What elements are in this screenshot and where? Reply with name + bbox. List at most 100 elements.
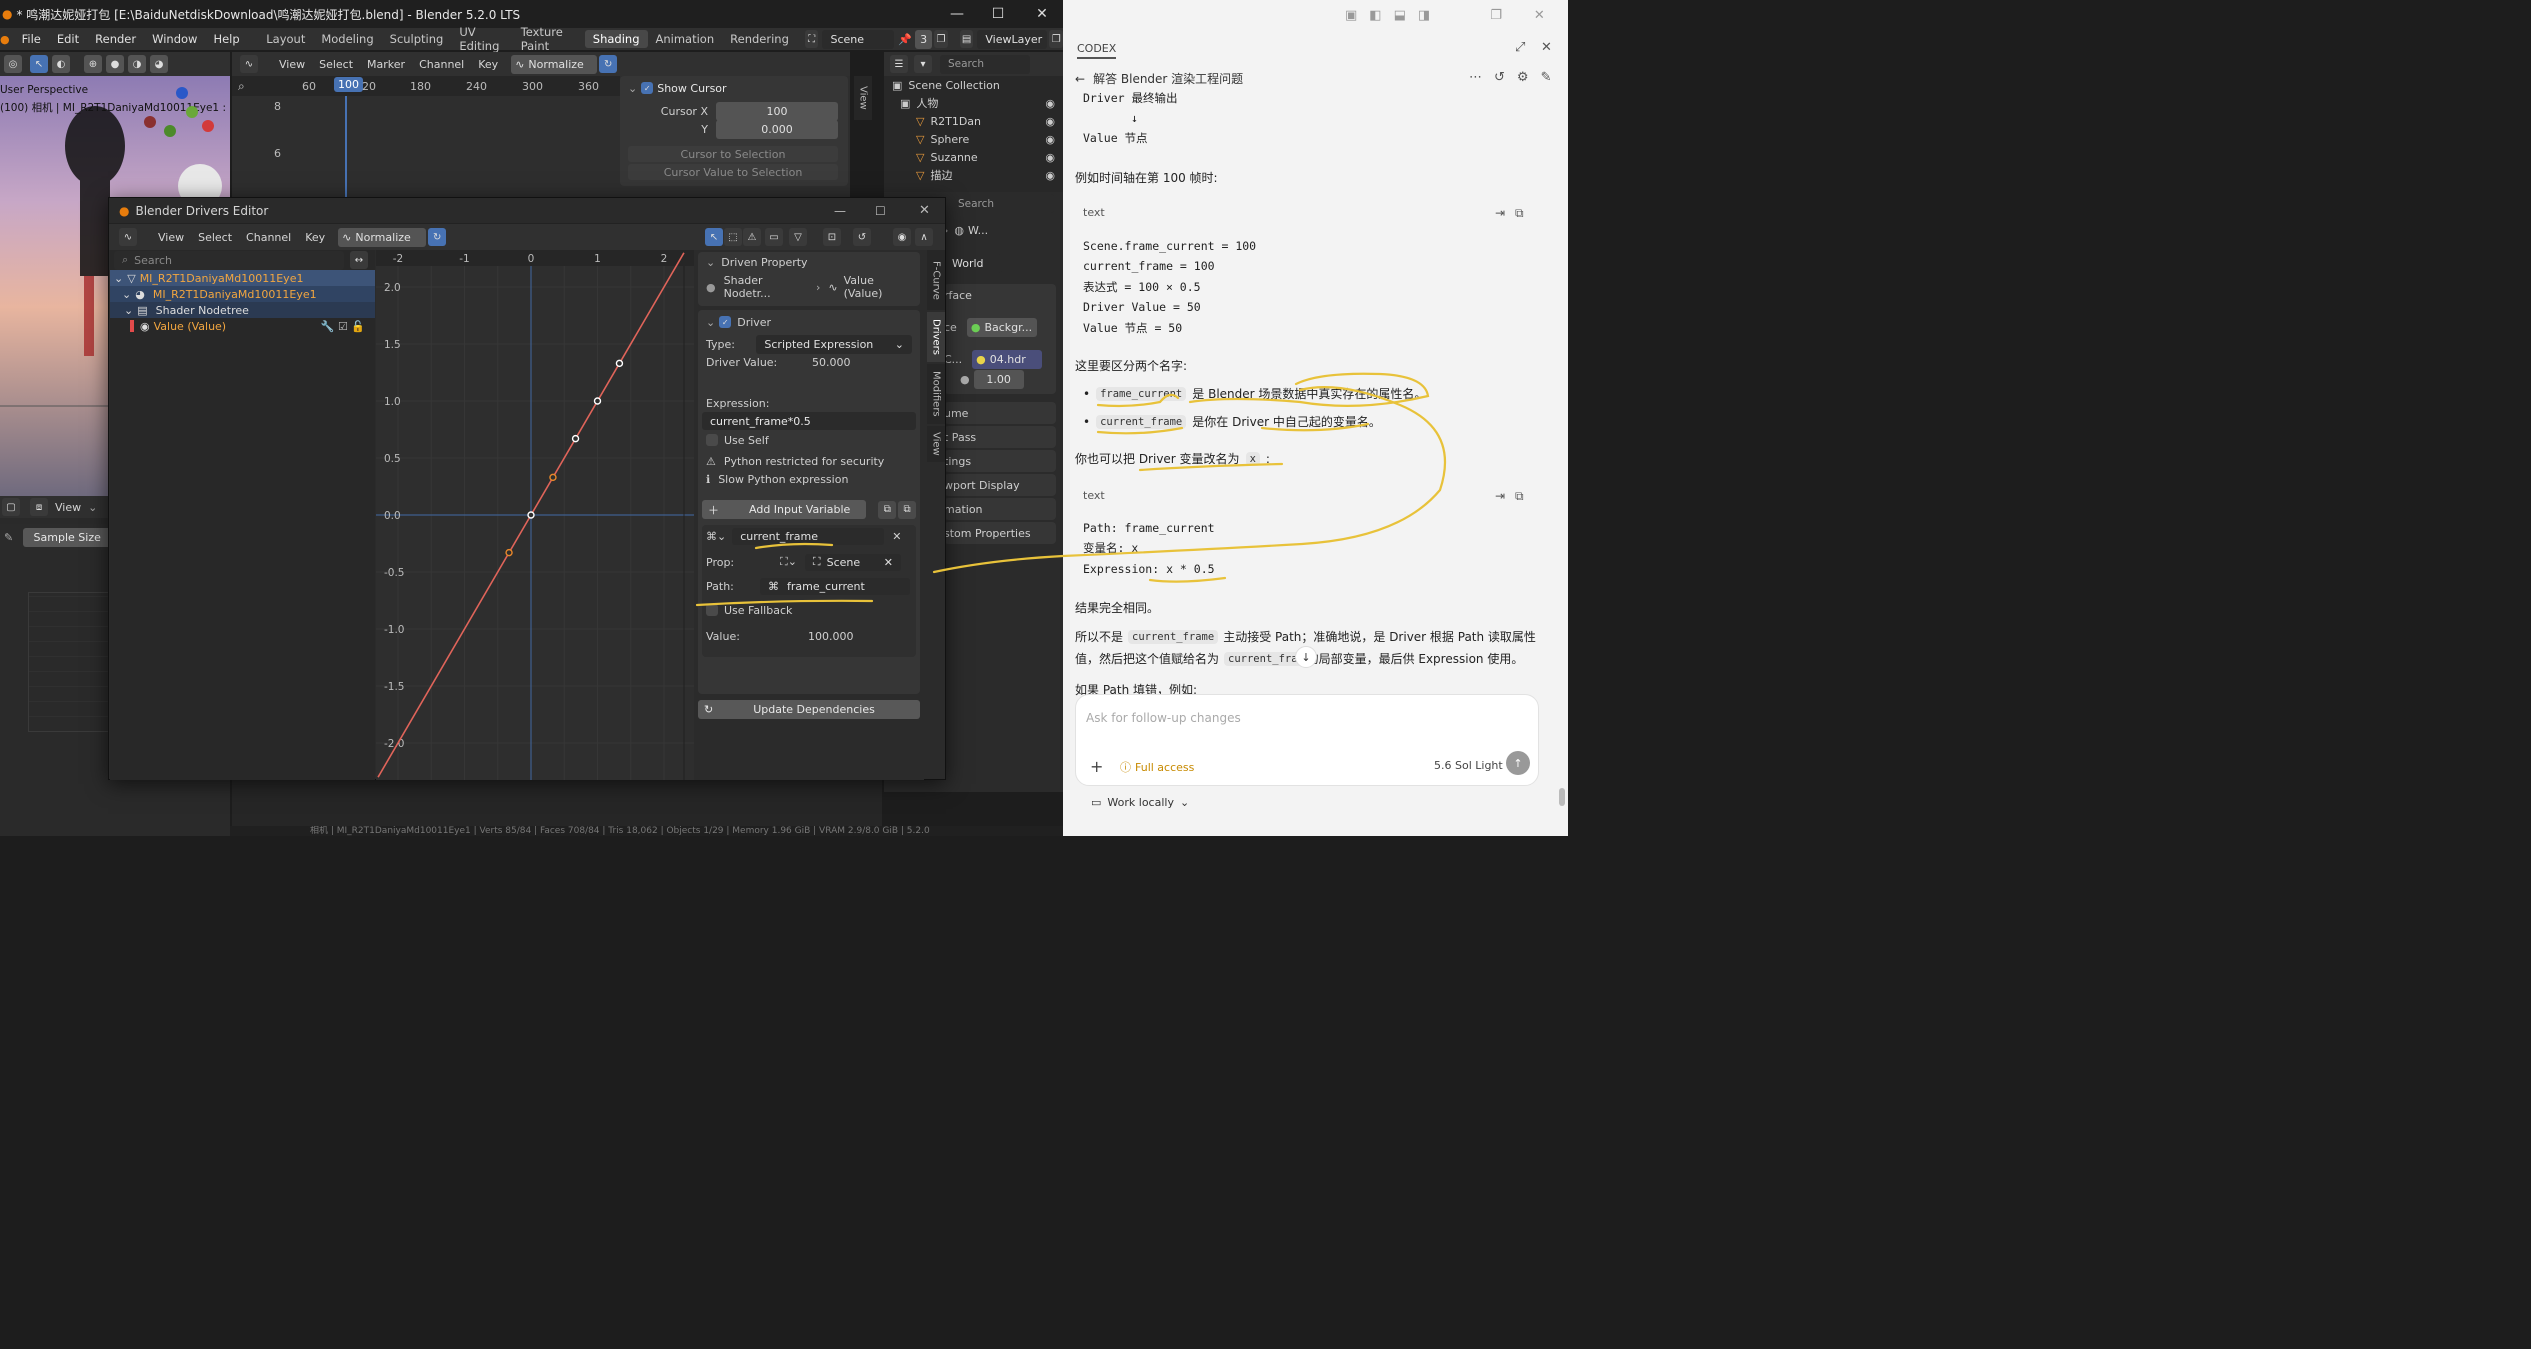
- graph-menu-key[interactable]: Key: [471, 58, 505, 71]
- tab-animation[interactable]: Animation: [648, 30, 723, 48]
- outliner-item[interactable]: ▽ R2T1Dan ◉: [884, 112, 1063, 130]
- panel-volume[interactable]: ume: [944, 402, 1056, 424]
- drivers-menu-channel[interactable]: Channel: [239, 231, 298, 244]
- menu-file[interactable]: File: [14, 32, 49, 46]
- panel-settings[interactable]: tings: [944, 450, 1056, 472]
- outliner-search[interactable]: Search: [940, 54, 1030, 74]
- show-cursor-checkbox[interactable]: ✓: [641, 82, 654, 94]
- shading-icon[interactable]: ◐: [52, 55, 70, 73]
- graph-menu-marker[interactable]: Marker: [360, 58, 412, 71]
- driven-property-header[interactable]: ⌄ Driven Property: [698, 252, 920, 272]
- menu-help[interactable]: Help: [205, 32, 247, 46]
- cursor-y-field[interactable]: 0.000: [716, 119, 838, 139]
- cursor-to-selection-button[interactable]: Cursor to Selection: [628, 146, 838, 162]
- pin-icon[interactable]: 📌: [898, 33, 912, 46]
- tab-view[interactable]: View: [854, 76, 872, 120]
- select-mode-icon[interactable]: ↖: [30, 55, 48, 73]
- drivers-menu-view[interactable]: View: [151, 231, 191, 244]
- world-selector[interactable]: World: [944, 254, 1002, 273]
- cursor-value-to-selection-button[interactable]: Cursor Value to Selection: [628, 164, 838, 180]
- back-arrow-icon[interactable]: ←: [1075, 72, 1085, 86]
- use-fallback-checkbox[interactable]: [706, 604, 718, 616]
- falloff-icon[interactable]: ∧: [915, 228, 933, 246]
- plus-icon[interactable]: +: [1090, 757, 1103, 776]
- channel-lock-icons[interactable]: 🔧 ☑ 🔓: [321, 320, 365, 333]
- composer-input[interactable]: Ask for follow-up changes: [1086, 711, 1241, 725]
- color-texture-field[interactable]: ● 04.hdr: [972, 349, 1043, 369]
- new-viewlayer-icon[interactable]: ❐: [1049, 30, 1063, 48]
- scene-icon[interactable]: ⛶: [804, 30, 819, 48]
- filter-icon[interactable]: ▽: [789, 228, 807, 246]
- surface-shader-field[interactable]: ● Backgr...: [966, 317, 1037, 337]
- work-locally-selector[interactable]: ▭ Work locally ⌄: [1091, 796, 1189, 809]
- view-icon[interactable]: ▭: [765, 228, 783, 246]
- driver-enable-checkbox[interactable]: ✓: [719, 316, 732, 328]
- scene-collection-row[interactable]: ▣ Scene Collection: [884, 76, 1063, 94]
- pivot-icon[interactable]: ⊡: [823, 228, 841, 246]
- outliner-filter-icon[interactable]: ▾: [914, 55, 932, 73]
- graph-menu-channel[interactable]: Channel: [412, 58, 471, 71]
- restore-icon[interactable]: ❐: [1490, 8, 1502, 23]
- close-icon[interactable]: ✕: [1541, 40, 1552, 55]
- tab-sculpting[interactable]: Sculpting: [382, 30, 452, 48]
- menu-render[interactable]: Render: [87, 32, 144, 46]
- image-mode-icon[interactable]: ⧈: [30, 498, 48, 516]
- new-scene-icon[interactable]: ❐: [934, 30, 948, 48]
- send-button[interactable]: ↑: [1506, 751, 1530, 775]
- remove-variable-icon[interactable]: ✕: [892, 530, 901, 543]
- panel-animation[interactable]: mation: [944, 498, 1056, 520]
- panel-viewport-display[interactable]: wport Display: [944, 474, 1056, 496]
- tab-layout[interactable]: Layout: [258, 30, 313, 48]
- graph-editor-type-icon[interactable]: ∿: [240, 55, 258, 73]
- visibility-eye-icon[interactable]: ◉: [140, 320, 150, 333]
- use-self-checkbox[interactable]: [706, 434, 718, 446]
- copy-vars-icon[interactable]: ⧉: [878, 500, 897, 519]
- viewlayer-icon[interactable]: ▤: [959, 30, 974, 48]
- visibility-eye-icon[interactable]: ◉: [1045, 97, 1055, 110]
- add-input-variable-button[interactable]: ＋ Add Input Variable: [702, 500, 867, 519]
- channel-row[interactable]: ⌄ ▤ Shader Nodetree: [110, 302, 375, 318]
- channel-search-input[interactable]: ⌕ Search: [114, 250, 344, 270]
- close-icon[interactable]: ✕: [1534, 8, 1545, 23]
- graph-menu-view[interactable]: View: [272, 58, 312, 71]
- drivers-menu-key[interactable]: Key: [298, 231, 332, 244]
- close-icon[interactable]: ✕: [1020, 0, 1063, 28]
- driver-type-select[interactable]: Scripted Expression ⌄: [756, 334, 912, 354]
- material-icon[interactable]: ◑: [128, 55, 146, 73]
- settings-icon[interactable]: ⚙: [1517, 70, 1529, 85]
- graph-normalize-toggle[interactable]: ∿ Normalize: [511, 54, 598, 74]
- panel-bottom-icon[interactable]: ⬓: [1394, 8, 1406, 23]
- update-dependencies-button[interactable]: ↻ Update Dependencies: [698, 700, 920, 719]
- drivers-normalize-toggle[interactable]: ∿ Normalize: [338, 227, 427, 247]
- maximize-icon[interactable]: ☐: [976, 0, 1020, 28]
- eyedropper-icon[interactable]: ✎: [4, 531, 13, 544]
- image-view-menu[interactable]: View: [48, 501, 88, 514]
- sample-size-button[interactable]: Sample Size: [23, 527, 112, 547]
- outliner-item[interactable]: ▽ Sphere ◉: [884, 130, 1063, 148]
- zoom-icon[interactable]: ⌕: [238, 79, 245, 94]
- visibility-eye-icon[interactable]: ◉: [1045, 133, 1055, 146]
- scene-users[interactable]: 3: [915, 29, 933, 49]
- snap-icon[interactable]: ↺: [853, 228, 871, 246]
- apply-icon[interactable]: ⇥: [1495, 206, 1505, 220]
- single-prop-icon[interactable]: ⌘⌄: [706, 530, 726, 543]
- cursor-panel-header[interactable]: ⌄ ✓ Show Cursor: [620, 76, 848, 100]
- fallback-row[interactable]: Use Fallback: [702, 599, 916, 621]
- warning-filter-icon[interactable]: ⚠: [743, 228, 761, 246]
- driver-panel-header[interactable]: ⌄ ✓ Driver: [698, 310, 920, 334]
- outliner-type-icon[interactable]: ☰: [890, 55, 908, 73]
- current-frame-indicator[interactable]: 100: [334, 77, 363, 92]
- expand-icon[interactable]: ⤢: [1515, 40, 1525, 55]
- blender-menu-icon[interactable]: ●: [0, 33, 14, 46]
- select-tool-icon[interactable]: ↖: [705, 228, 723, 246]
- channel-row[interactable]: ⌄ ▽ MI_R2T1DaniyaMd10011Eye1: [110, 270, 375, 286]
- channel-row[interactable]: ⌄ ◕ MI_R2T1DaniyaMd10011Eye1: [110, 286, 375, 302]
- model-selector[interactable]: 5.6 Sol Light: [1434, 759, 1503, 772]
- solid-icon[interactable]: ●: [106, 55, 124, 73]
- tab-uv-editing[interactable]: UV Editing: [451, 23, 512, 55]
- tab-fcurve[interactable]: F-Curve: [927, 250, 945, 310]
- tab-texture-paint[interactable]: Texture Paint: [513, 23, 585, 55]
- minimize-icon[interactable]: —: [935, 0, 979, 28]
- channel-row[interactable]: ◉ Value (Value) 🔧 ☑ 🔓: [110, 318, 375, 334]
- apply-icon[interactable]: ⇥: [1495, 489, 1505, 503]
